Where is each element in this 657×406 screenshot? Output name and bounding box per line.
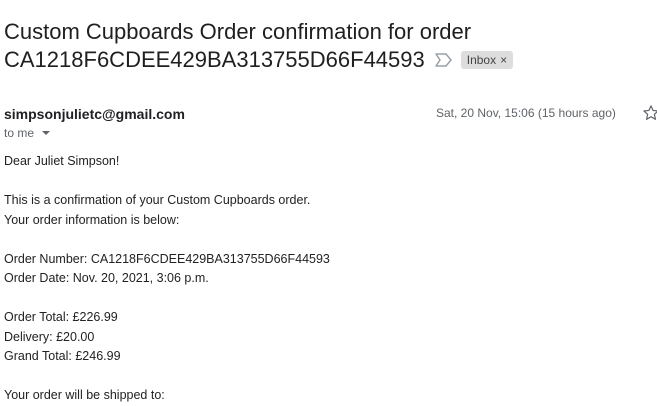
intro-text-2: Your order information is below:: [4, 212, 180, 227]
recipient-text: to me: [4, 126, 35, 140]
shipped-to-text: Your order will be shipped to:: [4, 388, 165, 402]
email-date: Sat, 20 Nov, 15:06 (15 hours ago): [436, 106, 616, 120]
order-total-text: Order Total: £226.99: [4, 310, 118, 324]
star-icon[interactable]: [642, 104, 657, 122]
order-number-text: Order Number: CA1218F6CDEE429BA313755D66…: [4, 251, 330, 266]
intro-text-1: This is a confirmation of your Custom Cu…: [4, 193, 311, 207]
sender-email[interactable]: simpsonjulietc@gmail.com: [4, 106, 185, 122]
inbox-label-text: Inbox: [466, 53, 497, 67]
email-body: Dear Juliet Simpson! This is a confirmat…: [4, 152, 330, 406]
inbox-label-chip[interactable]: Inbox ×: [460, 51, 514, 69]
order-date-text: Order Date: Nov. 20, 2021, 3:06 p.m.: [4, 271, 209, 285]
email-subject: Custom Cupboards Order confirmation for …: [4, 18, 604, 74]
greeting-text: Dear Juliet Simpson!: [4, 154, 120, 168]
important-marker-icon[interactable]: [435, 53, 453, 67]
recipient-line: to me: [4, 126, 51, 140]
subject-line-1: Custom Cupboards Order confirmation for …: [4, 19, 472, 44]
remove-label-icon[interactable]: ×: [500, 51, 507, 69]
grand-total-text: Grand Total: £246.99: [4, 349, 121, 363]
chevron-down-icon[interactable]: [42, 131, 51, 135]
subject-line-2: CA1218F6CDEE429BA313755D66F44593: [4, 47, 425, 72]
subject-line-2-row: CA1218F6CDEE429BA313755D66F44593 Inbox ×: [4, 46, 514, 74]
delivery-text: Delivery: £20.00: [4, 329, 95, 344]
